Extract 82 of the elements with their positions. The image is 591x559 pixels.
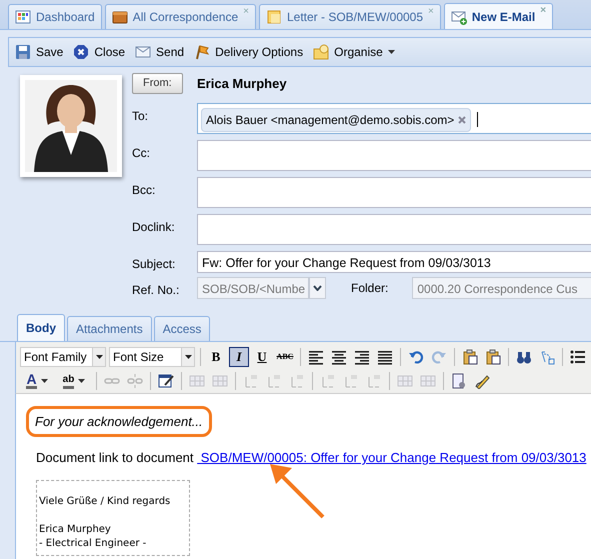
remove-icon <box>458 116 466 124</box>
field-label: To: <box>132 108 150 124</box>
recipient-token[interactable]: Alois Bauer <management@demo.sobis.com> <box>201 108 472 132</box>
signature-line: Erica Murphey <box>39 522 112 536</box>
folder-icon <box>313 44 330 60</box>
toolbar-button[interactable]: Delivery Options <box>194 43 304 61</box>
table-column-icon <box>243 372 259 388</box>
flag-icon <box>194 44 210 60</box>
recipient-text: Alois Bauer <management@demo.sobis.com> <box>206 112 454 128</box>
toolbar-button[interactable]: Organise <box>313 43 395 61</box>
field-label: Bcc: <box>132 182 156 198</box>
document-link-sentence: Document link to document SOB/MEW/00005: Offer for your Change Request from 09/03/3013 <box>36 449 588 467</box>
envelope-icon <box>135 44 152 60</box>
note-text: For your acknowledgement... <box>26 406 212 437</box>
edit-icon <box>158 372 174 388</box>
format-button[interactable]: B <box>206 346 226 366</box>
close-icon <box>73 44 90 60</box>
bullet-list-icon <box>570 348 586 364</box>
font-select[interactable]: Font Family <box>20 346 106 366</box>
field-label: Folder: <box>351 280 388 296</box>
table-icon <box>397 372 413 388</box>
envelope-plus-icon <box>450 8 467 24</box>
caret-icon <box>313 284 322 290</box>
broken-link-icon <box>127 372 143 388</box>
recipient-field[interactable] <box>197 140 591 170</box>
tab[interactable]: Attachments <box>67 316 152 340</box>
caret-icon <box>78 378 86 382</box>
recipient-field[interactable] <box>197 176 591 208</box>
align-lines-icon <box>308 348 324 364</box>
signature-line: - Electrical Engineer - <box>39 536 148 550</box>
table-column-icon <box>320 372 336 388</box>
table-column-icon <box>366 372 382 388</box>
document-icon <box>266 9 282 25</box>
tab[interactable]: Dashboard <box>8 4 102 29</box>
document-link[interactable]: SOB/MEW/00005: Offer for your Change Request from 09/03/3013 <box>197 450 586 465</box>
redo-icon <box>431 348 447 364</box>
signature-line: Viele Grüße / Kind regards <box>39 494 172 508</box>
format-button[interactable]: U <box>252 346 272 366</box>
recipient-field[interactable]: Alois Bauer <management@demo.sobis.com> <box>197 102 591 134</box>
field-label: Doclink: <box>132 218 176 236</box>
replace-icon <box>539 348 555 364</box>
folder-field[interactable]: 0000.20 Correspondence Cus <box>412 276 591 298</box>
align-lines-icon <box>331 348 347 364</box>
font-select[interactable]: Font Size <box>109 346 195 366</box>
undo-icon <box>408 348 424 364</box>
tab[interactable]: Body <box>17 314 65 340</box>
tab[interactable]: New E-Mail × <box>444 3 554 29</box>
field-label: Cc: <box>132 144 151 162</box>
box-icon <box>112 9 128 25</box>
tab[interactable]: All Correspondence × <box>104 4 256 29</box>
format-button[interactable]: I <box>229 346 249 366</box>
page-settings-icon <box>451 372 467 388</box>
toolbar-button[interactable]: Save <box>15 43 64 61</box>
table-icon <box>420 372 436 388</box>
field-label: Subject: <box>132 256 176 272</box>
table-column-icon <box>289 372 305 388</box>
align-lines-icon <box>377 348 393 364</box>
pencil-icon <box>474 372 490 388</box>
caret-icon <box>40 378 48 382</box>
field-label: Ref. No.: <box>132 282 180 298</box>
table-icon <box>212 372 228 388</box>
clipboard-icon <box>462 348 478 364</box>
recipient-field[interactable] <box>197 214 591 244</box>
caret-icon <box>96 354 102 358</box>
format-button[interactable]: ABC <box>275 346 295 366</box>
grid-icon <box>15 9 31 25</box>
table-column-icon <box>343 372 359 388</box>
align-lines-icon <box>354 348 370 364</box>
from-button[interactable]: From: <box>132 73 183 94</box>
table-icon <box>189 372 205 388</box>
text-color-button[interactable]: ab <box>57 370 91 390</box>
sender-name: Erica Murphey <box>197 74 287 93</box>
text-cursor <box>477 112 478 126</box>
caret-icon <box>184 354 192 358</box>
text-color-button[interactable]: A <box>20 370 54 390</box>
tab[interactable]: Access <box>154 316 210 340</box>
toolbar-button[interactable]: Send <box>135 43 184 61</box>
tab[interactable]: Letter - SOB/MEW/00005 × <box>258 4 441 29</box>
table-column-icon <box>266 372 282 388</box>
subject-field[interactable]: Fw: Offer for your Change Request from 09/03/3013 <box>197 250 591 272</box>
toolbar-button[interactable]: Close <box>73 43 126 61</box>
clipboard-icon <box>485 348 501 364</box>
